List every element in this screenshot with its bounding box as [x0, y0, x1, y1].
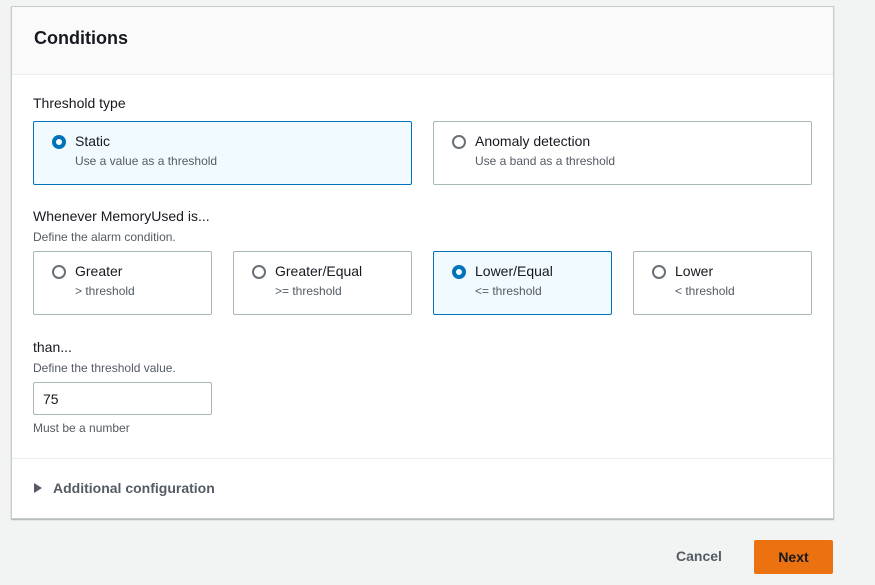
static-option-description: Use a value as a threshold	[75, 154, 218, 168]
greater-option-label: Greater	[75, 263, 123, 279]
condition-greater-tile[interactable]: Greater > threshold	[33, 251, 212, 315]
threshold-value-label: than...	[33, 339, 72, 355]
threshold-type-label: Threshold type	[33, 95, 126, 111]
threshold-type-anomaly-tile[interactable]: Anomaly detection Use a band as a thresh…	[433, 121, 812, 185]
divider	[12, 458, 833, 459]
radio-checked-icon[interactable]	[52, 135, 66, 149]
lower-equal-option-label: Lower/Equal	[475, 263, 553, 279]
lower-option-description: < threshold	[675, 284, 735, 298]
radio-unchecked-icon[interactable]	[52, 265, 66, 279]
threshold-type-static-tile[interactable]: Static Use a value as a threshold	[33, 121, 412, 185]
greater-option-description: > threshold	[75, 284, 135, 298]
anomaly-option-description: Use a band as a threshold	[475, 154, 616, 168]
conditions-panel: Conditions Threshold type Static Use a v…	[11, 6, 834, 519]
lower-option-label: Lower	[675, 263, 714, 279]
cancel-button[interactable]: Cancel	[662, 540, 736, 572]
lower-equal-option-description: <= threshold	[475, 284, 542, 298]
panel-title: Conditions	[34, 28, 128, 48]
additional-configuration-expander[interactable]: Additional configuration	[34, 480, 215, 496]
additional-configuration-label: Additional configuration	[53, 480, 215, 496]
greater-equal-option-label: Greater/Equal	[275, 263, 363, 279]
radio-checked-icon[interactable]	[452, 265, 466, 279]
static-option-label: Static	[75, 133, 111, 149]
radio-unchecked-icon[interactable]	[452, 135, 466, 149]
threshold-value-description: Define the threshold value.	[33, 361, 176, 375]
condition-description: Define the alarm condition.	[33, 230, 176, 244]
radio-unchecked-icon[interactable]	[652, 265, 666, 279]
condition-lower-tile[interactable]: Lower < threshold	[633, 251, 812, 315]
next-button[interactable]: Next	[754, 540, 833, 574]
condition-greater-equal-tile[interactable]: Greater/Equal >= threshold	[233, 251, 412, 315]
radio-unchecked-icon[interactable]	[252, 265, 266, 279]
anomaly-option-label: Anomaly detection	[475, 133, 591, 149]
threshold-value-constraint: Must be a number	[33, 421, 130, 435]
condition-lower-equal-tile[interactable]: Lower/Equal <= threshold	[433, 251, 612, 315]
caret-right-icon	[34, 483, 42, 493]
condition-label: Whenever MemoryUsed is...	[33, 208, 210, 224]
threshold-value-input[interactable]: 75	[33, 382, 212, 415]
greater-equal-option-description: >= threshold	[275, 284, 342, 298]
panel-header: Conditions	[12, 7, 833, 75]
